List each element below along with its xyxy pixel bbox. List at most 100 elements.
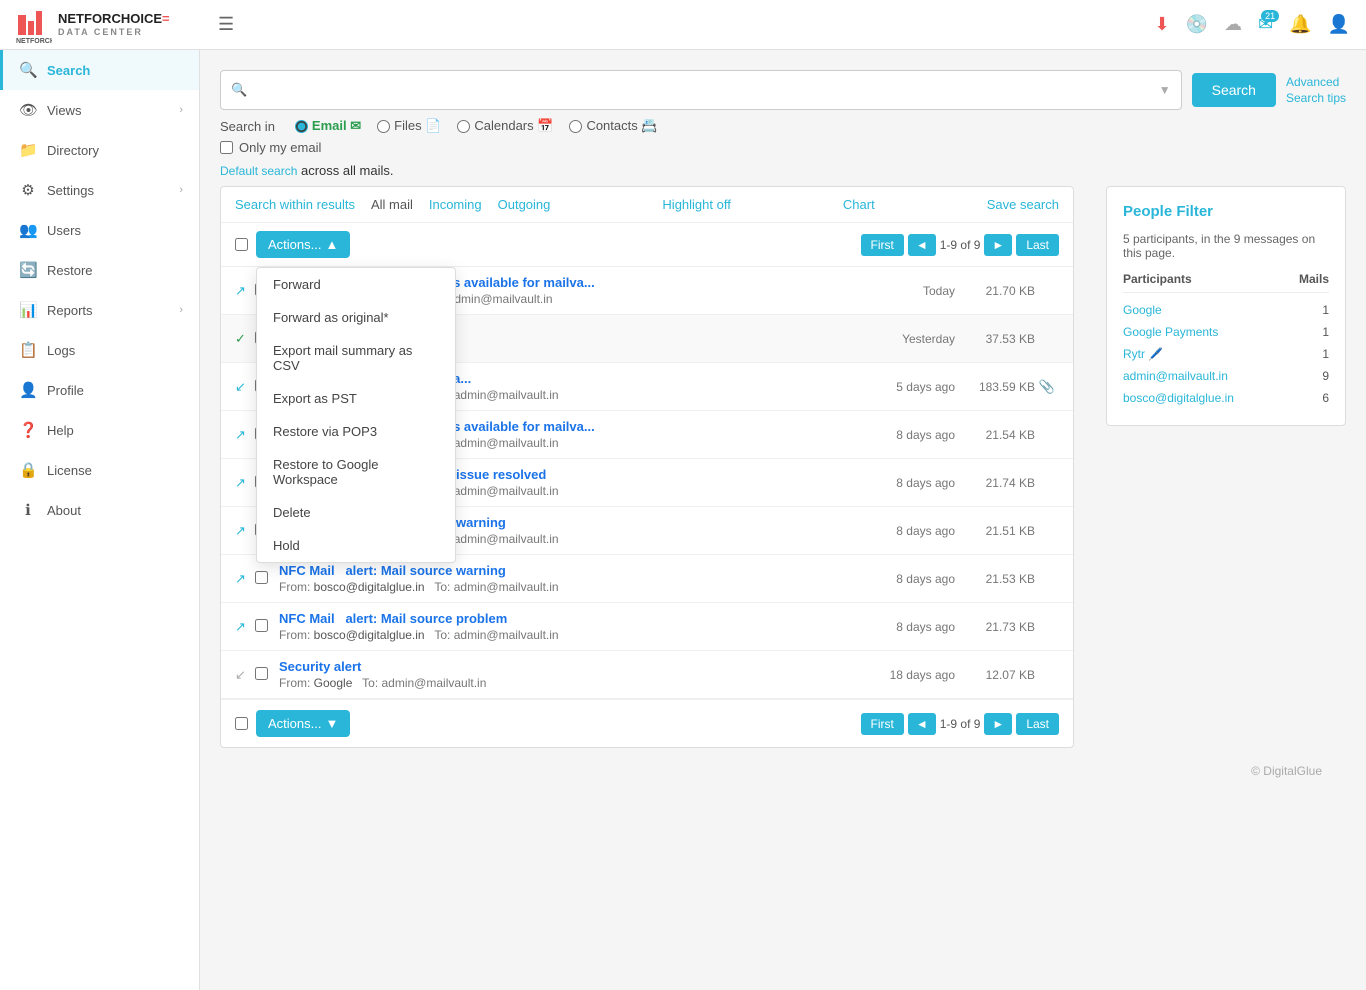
brand-sub: DATA CENTER	[58, 27, 170, 38]
license-icon: 🔒	[19, 461, 37, 479]
advanced-link[interactable]: Advanced	[1286, 75, 1339, 89]
first-btn-top[interactable]: First	[861, 234, 904, 256]
email-size-4: 21.54 KB	[955, 428, 1035, 442]
action-hold[interactable]: Hold	[257, 529, 455, 562]
participant-name-4[interactable]: admin@mailvault.in	[1123, 369, 1228, 383]
sidebar-item-help[interactable]: ❓ Help	[0, 410, 199, 450]
radio-contacts[interactable]: Contacts 📇	[569, 118, 657, 134]
action-export-pst[interactable]: Export as PST	[257, 382, 455, 415]
prev-btn-top[interactable]: ◄	[908, 234, 936, 256]
participant-name-1[interactable]: Google	[1123, 303, 1162, 317]
outgoing-link[interactable]: Outgoing	[498, 197, 551, 212]
user-icon[interactable]: 👤	[1328, 14, 1350, 35]
email-subject-9[interactable]: Security alert	[279, 659, 865, 674]
database-icon[interactable]: 💿	[1186, 14, 1208, 35]
sidebar-item-directory[interactable]: 📁 Directory	[0, 130, 199, 170]
email-size-3: 183.59 KB	[955, 380, 1035, 394]
actions-dropdown-top: Actions... ▲ Forward Forward as original…	[256, 231, 350, 258]
default-search-link[interactable]: Default search	[220, 164, 297, 178]
email-content-7: NFC Mail alert: Mail source warning From…	[279, 563, 865, 594]
select-all-checkbox-top[interactable]	[235, 238, 248, 251]
pagination-top: First ◄ 1-9 of 9 ► Last	[861, 234, 1060, 256]
email-content-9: Security alert From: Google To: admin@ma…	[279, 659, 865, 690]
actions-label-top: Actions...	[268, 237, 321, 252]
email-size-9: 12.07 KB	[955, 668, 1035, 682]
last-btn-bottom[interactable]: Last	[1016, 713, 1059, 735]
actions-button-bottom[interactable]: Actions... ▼	[256, 710, 350, 737]
participant-count-2: 1	[1322, 325, 1329, 339]
email-check-7[interactable]	[255, 571, 268, 584]
svg-text:NETFORCHOICE: NETFORCHOICE	[16, 38, 52, 43]
email-check-8[interactable]	[255, 619, 268, 632]
dir-icon-5: ↗	[235, 475, 255, 491]
next-btn-top[interactable]: ►	[984, 234, 1012, 256]
only-my-email-checkbox[interactable]	[220, 141, 233, 154]
radio-calendars-label: Calendars 📅	[474, 118, 553, 134]
participant-name-2[interactable]: Google Payments	[1123, 325, 1218, 339]
email-from-to-7: From: bosco@digitalglue.in To: admin@mai…	[279, 580, 865, 594]
sidebar-item-license[interactable]: 🔒 License	[0, 450, 199, 490]
sidebar-item-settings[interactable]: ⚙ Settings ›	[0, 170, 199, 210]
dir-icon-8: ↗	[235, 619, 255, 635]
search-input[interactable]	[253, 83, 1159, 98]
email-date-1: Today	[865, 284, 955, 298]
profile-icon: 👤	[19, 381, 37, 399]
download-icon[interactable]: ⬇	[1155, 14, 1170, 35]
sidebar-label-search: Search	[47, 63, 90, 78]
search-tips-link[interactable]: Search tips	[1286, 91, 1346, 105]
bell-icon[interactable]: 🔔	[1289, 14, 1311, 35]
action-forward-original[interactable]: Forward as original*	[257, 301, 455, 334]
people-filter-title: People Filter	[1123, 203, 1329, 220]
logo-icon: NETFORCHOICE	[16, 7, 52, 43]
sidebar-item-search[interactable]: 🔍 Search	[0, 50, 199, 90]
search-dropdown-arrow[interactable]: ▼	[1159, 83, 1171, 97]
select-all-checkbox-bottom[interactable]	[235, 717, 248, 730]
only-my-row: Only my email	[220, 140, 1346, 155]
email-subject-7[interactable]: NFC Mail alert: Mail source warning	[279, 563, 865, 578]
action-delete[interactable]: Delete	[257, 496, 455, 529]
mail-icon[interactable]: ✉ 21	[1258, 14, 1273, 35]
action-restore-google[interactable]: Restore to Google Workspace	[257, 448, 455, 496]
cloud-icon[interactable]: ☁	[1224, 14, 1242, 35]
main-content: 🔍 ▼ Search Advanced Search tips Search i…	[200, 50, 1366, 990]
sidebar-label-restore: Restore	[47, 263, 93, 278]
search-button[interactable]: Search	[1192, 73, 1276, 107]
prev-btn-bottom[interactable]: ◄	[908, 713, 936, 735]
email-subject-8[interactable]: NFC Mail alert: Mail source problem	[279, 611, 865, 626]
sidebar-item-profile[interactable]: 👤 Profile	[0, 370, 199, 410]
participant-name-3[interactable]: Rytr 🖊️	[1123, 347, 1163, 361]
radio-calendars[interactable]: Calendars 📅	[457, 118, 553, 134]
sidebar-item-users[interactable]: 👥 Users	[0, 210, 199, 250]
footer-text: © DigitalGlue	[1251, 764, 1322, 778]
dir-icon-2: ✓	[235, 331, 255, 347]
participants-col-label: Participants	[1123, 272, 1192, 286]
email-check-9[interactable]	[255, 667, 268, 680]
sidebar-item-reports[interactable]: 📊 Reports ›	[0, 290, 199, 330]
page-info-bottom: 1-9 of 9	[940, 717, 981, 731]
sidebar-item-views[interactable]: 👁 Views ›	[0, 90, 199, 130]
sidebar-label-users: Users	[47, 223, 81, 238]
sidebar-item-restore[interactable]: 🔄 Restore	[0, 250, 199, 290]
incoming-link[interactable]: Incoming	[429, 197, 482, 212]
highlight-link[interactable]: Highlight off	[662, 197, 730, 212]
last-btn-top[interactable]: Last	[1016, 234, 1059, 256]
action-restore-pop3[interactable]: Restore via POP3	[257, 415, 455, 448]
footer: © DigitalGlue	[220, 748, 1346, 794]
first-btn-bottom[interactable]: First	[861, 713, 904, 735]
next-btn-bottom[interactable]: ►	[984, 713, 1012, 735]
sidebar-label-profile: Profile	[47, 383, 84, 398]
sidebar-item-logs[interactable]: 📋 Logs	[0, 330, 199, 370]
people-filter-card: People Filter 5 participants, in the 9 m…	[1106, 186, 1346, 426]
sidebar-item-about[interactable]: ℹ About	[0, 490, 199, 530]
action-forward[interactable]: Forward	[257, 268, 455, 301]
participant-name-5[interactable]: bosco@digitalglue.in	[1123, 391, 1234, 405]
radio-files[interactable]: Files 📄	[377, 118, 441, 134]
chart-link[interactable]: Chart	[843, 197, 875, 212]
search-within-results-link[interactable]: Search within results	[235, 197, 355, 212]
page-info-top: 1-9 of 9	[940, 238, 981, 252]
hamburger-menu[interactable]: ☰	[218, 14, 234, 35]
radio-email[interactable]: Email ✉	[295, 118, 361, 134]
action-export-csv[interactable]: Export mail summary as CSV	[257, 334, 455, 382]
actions-button-top[interactable]: Actions... ▲	[256, 231, 350, 258]
save-search-link[interactable]: Save search	[987, 197, 1059, 212]
